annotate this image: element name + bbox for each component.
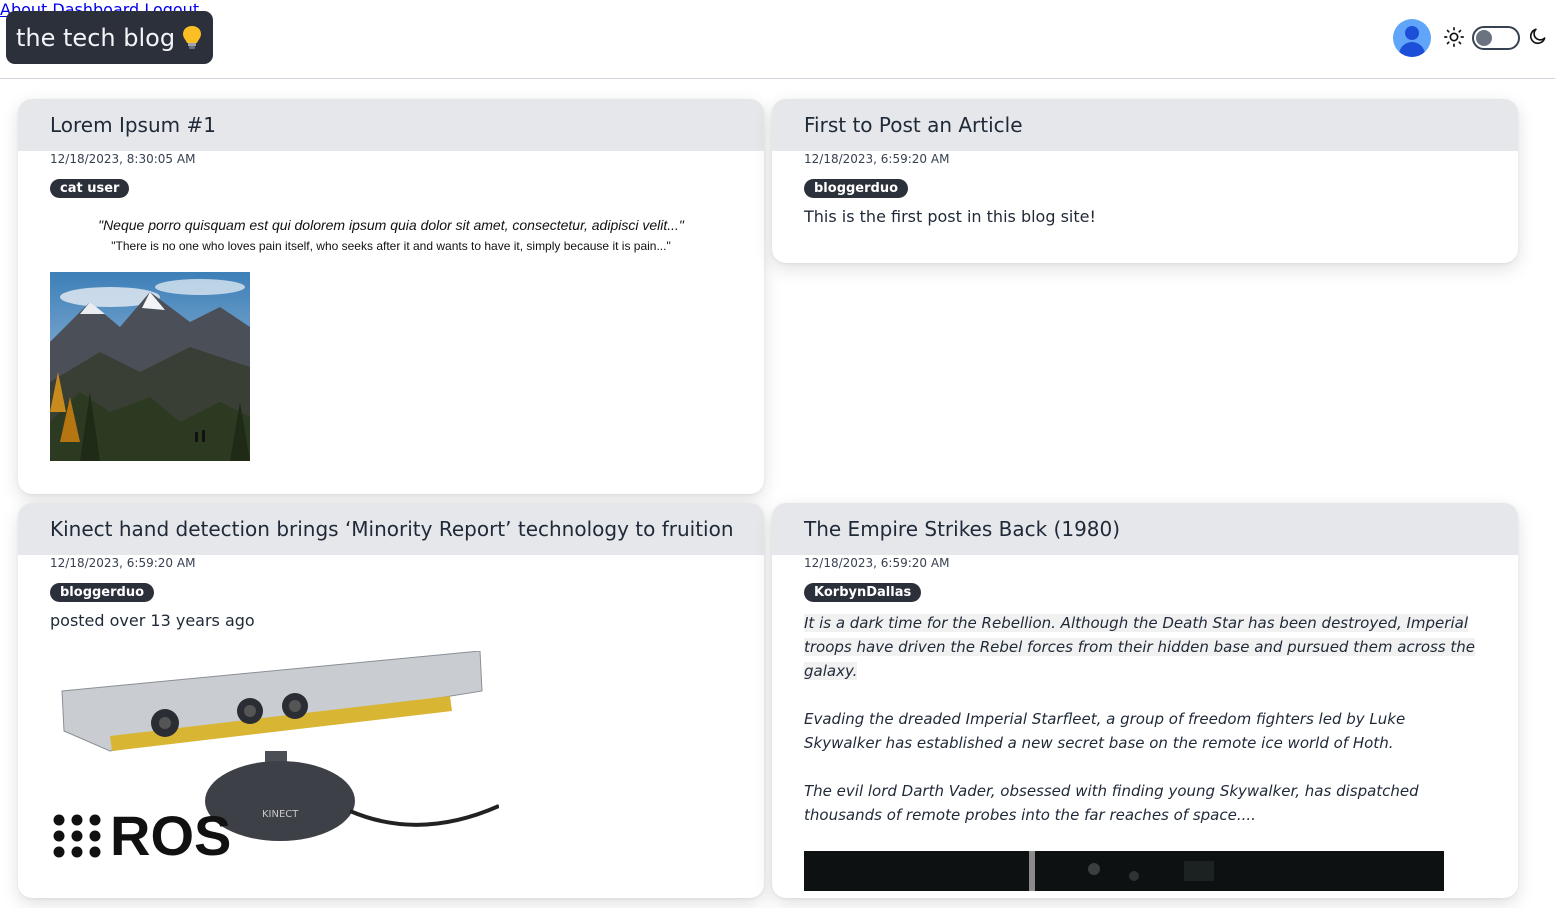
crawl-paragraph: Evading the dreaded Imperial Starfleet, … [804,710,1406,752]
post-body: This is the first post in this blog site… [804,207,1096,226]
post-card[interactable]: Lorem Ipsum #1 12/18/2023, 8:30:05 AM ca… [18,99,764,494]
theme-toggle[interactable] [1472,26,1520,50]
ros-dots-icon [53,814,101,858]
post-title[interactable]: Kinect hand detection brings ‘Minority R… [18,503,764,555]
mountain-image [50,272,250,461]
author-badge: cat user [50,179,130,198]
sun-icon [1444,27,1464,47]
kinect-image: KINECT ROS [50,651,499,864]
post-date: 12/18/2023, 6:59:20 AM [804,556,950,570]
ros-logo: ROS [52,804,232,867]
post-quote-translation: "There is no one who loves pain itself, … [111,239,671,253]
site-header: the tech blog About Dashboard Logout [0,0,1555,79]
post-card[interactable]: First to Post an Article 12/18/2023, 6:5… [772,99,1518,263]
post-body: posted over 13 years ago [50,611,255,630]
post-title[interactable]: Lorem Ipsum #1 [18,99,764,151]
movie-still-image [804,851,1444,891]
post-body: It is a dark time for the Rebellion. Alt… [804,611,1486,827]
theme-toggle-knob [1476,30,1492,46]
post-card[interactable]: The Empire Strikes Back (1980) 12/18/202… [772,503,1518,898]
avatar-head [1405,26,1419,40]
post-title[interactable]: First to Post an Article [772,99,1518,151]
kinect-device-label: KINECT [262,809,299,820]
crawl-paragraph: It is a dark time for the Rebellion. Alt… [804,614,1476,680]
user-avatar-icon[interactable] [1393,19,1431,57]
brand-logo[interactable]: the tech blog [6,11,214,64]
avatar-body [1399,42,1425,57]
post-date: 12/18/2023, 8:30:05 AM [50,152,196,166]
author-badge: bloggerduo [50,583,155,602]
post-date: 12/18/2023, 6:59:20 AM [50,556,196,570]
author-badge: KorbynDallas [804,583,922,602]
post-card[interactable]: Kinect hand detection brings ‘Minority R… [18,503,764,898]
lightbulb-icon [183,25,202,49]
brand-label: the tech blog [16,23,176,52]
ros-logo-text: ROS [110,804,232,867]
post-quote: "Neque porro quisquam est qui dolorem ip… [98,217,684,233]
post-date: 12/18/2023, 6:59:20 AM [804,152,950,166]
moon-icon [1529,28,1546,45]
crawl-paragraph: The evil lord Darth Vader, obsessed with… [804,782,1419,824]
post-title[interactable]: The Empire Strikes Back (1980) [772,503,1518,555]
author-badge: bloggerduo [804,179,909,198]
